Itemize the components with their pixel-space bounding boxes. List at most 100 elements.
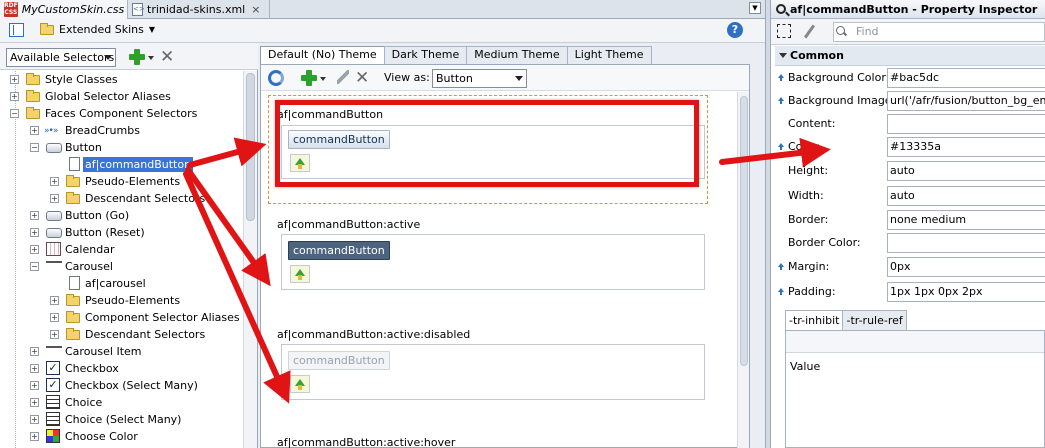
tree-item-carousel-item[interactable]: + Carousel Item [0,343,243,360]
scrollbar-thumb[interactable] [740,96,748,366]
extended-skins-dropdown[interactable]: Extended Skins ▼ [40,22,156,36]
chevron-down-icon[interactable] [148,56,154,60]
tab-tr-rule-ref[interactable]: -tr-rule-ref [842,310,907,330]
tree-item-calendar[interactable]: + Calendar [0,241,243,258]
property-value-field[interactable]: auto [887,186,1045,206]
tree-item-descendant-selectors[interactable]: + Descendant Selectors [0,190,243,207]
expand-icon[interactable]: + [30,228,39,237]
expand-icon[interactable]: + [50,330,59,339]
tab-trinidad-skins-xml[interactable]: <> trinidad-skins.xml × [128,0,270,19]
selector-tree-scrollbar[interactable] [243,71,257,448]
expand-icon[interactable]: + [50,296,59,305]
selector-type-combo[interactable]: Available Selectors [6,48,116,67]
scrollbar-thumb[interactable] [246,73,255,221]
tree-item-button-go[interactable]: + Button (Go) [0,207,243,224]
command-button-preview[interactable]: commandButton [288,351,390,370]
property-label: Border Color: [788,236,861,249]
section-common-header[interactable]: Common [775,46,1045,66]
tree-item-carousel[interactable]: − Carousel [0,258,243,275]
folder-icon [26,73,40,85]
tree-item-global-selector-aliases[interactable]: + Global Selector Aliases [0,88,243,105]
tab-default-theme[interactable]: Default (No) Theme [260,46,385,64]
property-value-field[interactable] [887,114,1045,134]
expand-icon[interactable]: + [30,381,39,390]
tree-item-component-selector-aliases[interactable]: + Component Selector Aliases [0,309,243,326]
select-component-icon[interactable] [777,24,791,38]
tab-mycustomskin-css[interactable]: RDFCSS MyCustomSkin.css × [0,0,139,19]
edit-pencil-icon[interactable] [803,24,816,39]
chevron-down-icon [104,55,112,60]
layout-toggle-icon[interactable] [9,23,24,37]
tree-item-pseudo-elements[interactable]: + Pseudo-Elements [0,292,243,309]
refresh-icon[interactable] [268,70,284,86]
expand-icon[interactable]: + [30,245,39,254]
button-icon [46,211,62,221]
expand-icon[interactable]: + [30,364,39,373]
tree-item-choice[interactable]: + Choice [0,394,243,411]
selector-panel: Available Selectors ✕ + Style Classes + … [0,43,258,448]
tree-item-breadcrumbs[interactable]: + »•» BreadCrumbs [0,122,243,139]
tab-light-theme[interactable]: Light Theme [566,46,652,64]
property-value-field[interactable]: #bac5dc [887,68,1045,88]
command-button-preview[interactable]: commandButton [288,241,390,260]
tree-item-descendant-selectors[interactable]: + Descendant Selectors [0,326,243,343]
view-as-combo[interactable]: Button [432,69,527,88]
expand-icon[interactable]: + [30,432,39,441]
tree-item-choose-color[interactable]: + Choose Color [0,428,243,445]
expand-icon[interactable]: + [30,347,39,356]
preview-scrollbar[interactable] [737,92,749,448]
tree-item-label: af|commandButton [83,157,194,172]
property-value-field[interactable]: auto [887,161,1045,181]
view-as-value: Button [436,72,473,85]
delete-selector-icon[interactable]: ✕ [160,49,176,66]
collapse-icon[interactable]: − [10,109,19,118]
property-value-field[interactable]: none medium [887,210,1045,230]
tree-item-button-reset[interactable]: + Button (Reset) [0,224,243,241]
tree-item-checkbox-select-many[interactable]: + ✓ Checkbox (Select Many) [0,377,243,394]
tree-item-label: Component Selector Aliases [85,311,240,324]
tree-item-checkbox[interactable]: + ✓ Checkbox [0,360,243,377]
property-label: Width: [788,189,824,202]
expand-icon[interactable]: + [10,75,19,84]
close-tab-icon[interactable]: × [251,3,260,16]
expand-icon[interactable]: + [30,398,39,407]
tree-item-af-carousel[interactable]: af|carousel [0,275,243,292]
expand-icon[interactable]: + [30,415,39,424]
expand-icon[interactable]: + [10,92,19,101]
tab-tr-inhibit[interactable]: -tr-inhibit [785,310,844,330]
chevron-down-icon[interactable] [320,77,326,81]
property-value-field[interactable] [887,233,1045,253]
expand-icon[interactable]: + [30,126,39,135]
tree-item-label: Choose Color [65,430,138,443]
property-border: Border: none medium [775,209,1045,232]
checkbox-icon: ✓ [46,361,60,375]
property-value-field[interactable]: 0px [887,257,1045,277]
collapse-icon[interactable]: − [30,262,39,271]
delete-rule-icon[interactable]: ✕ [355,70,371,87]
expand-icon[interactable]: + [50,177,59,186]
tree-item-af-commandbutton[interactable]: af|commandButton [0,156,243,173]
property-value-field[interactable]: #13335a [887,137,1045,157]
tab-list-dropdown-icon[interactable]: ▼ [749,2,761,14]
tree-item-style-classes[interactable]: + Style Classes [0,71,243,88]
tab-dark-theme[interactable]: Dark Theme [383,46,468,64]
help-icon[interactable]: ? [727,22,743,38]
expand-icon[interactable]: + [30,211,39,220]
tree-item-choice-select-many[interactable]: + Choice (Select Many) [0,411,243,428]
tree-item-label: af|carousel [85,277,146,290]
collapse-icon[interactable]: − [30,143,39,152]
property-label: Content: [788,117,836,130]
chevron-down-icon: ▼ [148,25,156,34]
property-value-field[interactable]: 1px 1px 0px 2px [887,282,1045,302]
expand-icon[interactable]: + [50,313,59,322]
add-rule-icon[interactable] [301,70,317,86]
tree-item-button[interactable]: − Button [0,139,243,156]
tree-item-faces-component-selectors[interactable]: − Faces Component Selectors [0,105,243,122]
edit-brush-icon[interactable] [337,70,349,84]
add-selector-icon[interactable] [129,49,145,65]
tree-item-pseudo-elements[interactable]: + Pseudo-Elements [0,173,243,190]
tab-medium-theme[interactable]: Medium Theme [466,46,568,64]
find-input[interactable]: Find [833,22,1045,42]
property-value-field[interactable]: url('/afr/fusion/button_bg_ena.png [887,91,1045,111]
expand-icon[interactable]: + [50,194,59,203]
